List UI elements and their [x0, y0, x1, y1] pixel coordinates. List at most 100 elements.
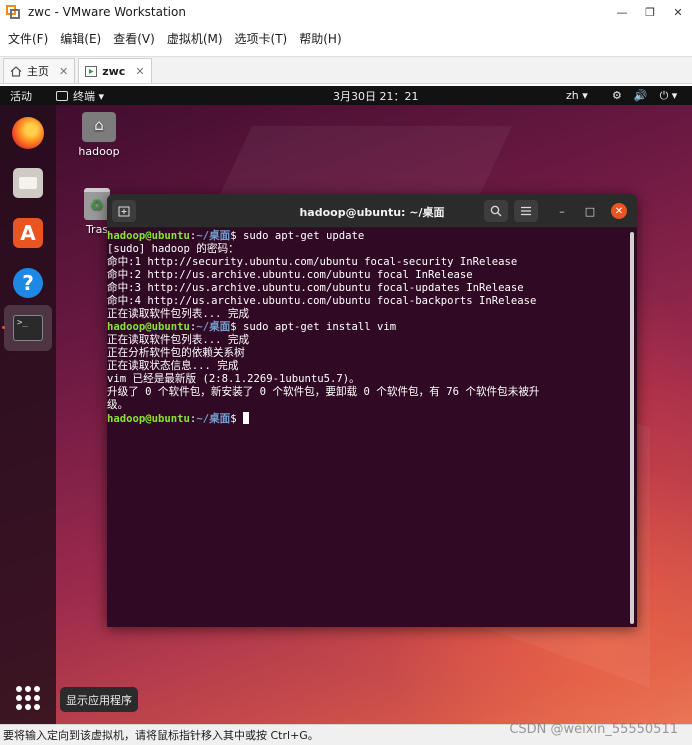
vmware-titlebar: zwc - VMware Workstation — ❐ ✕ [0, 0, 692, 24]
power-icon: ⏻ ▾ [659, 88, 678, 102]
menu-file[interactable]: 文件(F) [8, 30, 48, 47]
command-text: sudo apt-get install vim [243, 321, 397, 333]
close-terminal-button[interactable]: ✕ [611, 203, 627, 219]
dock-firefox[interactable] [7, 112, 49, 154]
window-title: zwc - VMware Workstation [28, 5, 186, 19]
prompt-symbol: $ [230, 321, 244, 333]
firefox-icon [12, 117, 44, 149]
terminal-line: hadoop@ubuntu:~/桌面$ [107, 412, 629, 425]
output-text: 正在读取软件包列表... 完成 [107, 308, 250, 320]
maximize-terminal-button[interactable]: □ [582, 203, 598, 219]
output-text: 命中:1 http://security.ubuntu.com/ubuntu f… [107, 256, 518, 268]
system-menu[interactable]: ⚙ 🔊 ⏻ ▾ [612, 89, 677, 103]
terminal-scrollbar[interactable] [630, 232, 634, 624]
menu-view[interactable]: 查看(V) [113, 30, 155, 47]
running-indicator [2, 326, 5, 329]
search-button[interactable] [484, 200, 508, 222]
terminal-line: 正在读取软件包列表... 完成 [107, 334, 629, 347]
tab-home[interactable]: 主页 ✕ [3, 58, 76, 83]
output-text: 正在读取状态信息... 完成 [107, 360, 239, 372]
desktop-home-folder[interactable]: hadoop [76, 112, 122, 158]
prompt-user: hadoop@ubuntu [107, 321, 190, 333]
menu-vm[interactable]: 虚拟机(M) [167, 30, 223, 47]
home-folder-icon [82, 112, 116, 142]
output-text: [sudo] hadoop 的密码： [107, 243, 239, 255]
tab-vm-zwc[interactable]: zwc ✕ [78, 58, 152, 83]
volume-icon: 🔊 [633, 88, 648, 102]
minimize-terminal-button[interactable]: – [554, 203, 570, 219]
home-folder-label: hadoop [78, 145, 120, 158]
terminal-line: 命中:1 http://security.ubuntu.com/ubuntu f… [107, 256, 629, 269]
hamburger-icon [521, 206, 531, 216]
dock-terminal[interactable]: >_ [4, 305, 52, 351]
home-icon [10, 65, 22, 77]
restore-button[interactable]: ❐ [636, 0, 664, 24]
output-text: 升级了 0 个软件包，新安装了 0 个软件包，要卸载 0 个软件包，有 76 个… [107, 386, 540, 398]
terminal-line: 正在分析软件包的依赖关系树 [107, 347, 629, 360]
vmware-logo-icon [6, 5, 20, 19]
gnome-top-bar: 活动 终端 ▾ 3月30日 21：21 zh ▾ ⚙ 🔊 ⏻ ▾ [0, 86, 692, 105]
menu-help[interactable]: 帮助(H) [299, 30, 341, 47]
terminal-line: hadoop@ubuntu:~/桌面$ sudo apt-get install… [107, 321, 629, 334]
show-apps-tooltip: 显示应用程序 [60, 687, 138, 712]
output-text: 命中:2 http://us.archive.ubuntu.com/ubuntu… [107, 269, 473, 281]
close-window-button[interactable]: ✕ [664, 0, 692, 24]
menu-edit[interactable]: 编辑(E) [60, 30, 101, 47]
help-icon: ? [13, 268, 43, 298]
tab-home-close-icon[interactable]: ✕ [59, 65, 68, 78]
hamburger-menu-button[interactable] [514, 200, 538, 222]
prompt-path: ~/桌面 [196, 321, 231, 333]
status-text: 要将输入定向到该虚拟机，请将鼠标指针移入其中或按 Ctrl+G。 [3, 729, 319, 742]
terminal-line: 命中:3 http://us.archive.ubuntu.com/ubuntu… [107, 282, 629, 295]
output-text: 级。 [107, 399, 129, 411]
terminal-icon: >_ [13, 315, 43, 341]
activities-button[interactable]: 活动 [10, 88, 32, 104]
prompt-symbol: $ [230, 230, 244, 242]
tab-vm-label: zwc [102, 64, 126, 78]
terminal-mini-icon [56, 90, 68, 101]
network-icon: ⚙ [612, 88, 622, 102]
terminal-headerbar: hadoop@ubuntu: ~/桌面 – □ ✕ [107, 194, 637, 228]
output-text: vim 已经是最新版 (2:8.1.2269-1ubuntu5.7)。 [107, 373, 360, 385]
minimize-button[interactable]: — [608, 0, 636, 24]
output-text: 命中:3 http://us.archive.ubuntu.com/ubuntu… [107, 282, 524, 294]
clock[interactable]: 3月30日 21：21 [333, 88, 419, 104]
prompt-path: ~/桌面 [196, 230, 231, 242]
menubar: 文件(F) 编辑(E) 查看(V) 虚拟机(M) 选项卡(T) 帮助(H) [0, 26, 692, 50]
terminal-line: vim 已经是最新版 (2:8.1.2269-1ubuntu5.7)。 [107, 373, 629, 386]
menu-tabs[interactable]: 选项卡(T) [235, 30, 288, 47]
prompt-symbol: $ [230, 413, 244, 425]
app-menu-label: 终端 ▾ [73, 89, 105, 103]
input-method-indicator[interactable]: zh ▾ [566, 89, 588, 102]
ubuntu-dock: A ? >_ [0, 105, 56, 724]
terminal-line: 命中:2 http://us.archive.ubuntu.com/ubuntu… [107, 269, 629, 282]
terminal-window[interactable]: hadoop@ubuntu: ~/桌面 – □ ✕ hadoop@ubuntu:… [107, 194, 637, 627]
dock-files[interactable] [7, 162, 49, 204]
terminal-line: 升级了 0 个软件包，新安装了 0 个软件包，要卸载 0 个软件包，有 76 个… [107, 386, 629, 399]
terminal-line: [sudo] hadoop 的密码： [107, 243, 629, 256]
tab-home-label: 主页 [27, 65, 49, 78]
output-text: 正在读取软件包列表... 完成 [107, 334, 250, 346]
tab-bar: 主页 ✕ zwc ✕ [0, 56, 692, 84]
show-applications-button[interactable] [7, 677, 49, 719]
tab-vm-close-icon[interactable]: ✕ [135, 65, 144, 78]
command-text: sudo apt-get update [243, 230, 365, 242]
app-grid-icon [16, 686, 40, 710]
vm-play-icon [85, 65, 98, 77]
app-menu-terminal[interactable]: 终端 ▾ [56, 88, 104, 104]
terminal-line: 正在读取软件包列表... 完成 [107, 308, 629, 321]
files-icon [13, 168, 43, 198]
terminal-line: 命中:4 http://us.archive.ubuntu.com/ubuntu… [107, 295, 629, 308]
terminal-line: 级。 [107, 399, 629, 412]
vm-guest-screen[interactable]: 活动 终端 ▾ 3月30日 21：21 zh ▾ ⚙ 🔊 ⏻ ▾ A ? >_ [0, 86, 692, 724]
terminal-line: 正在读取状态信息... 完成 [107, 360, 629, 373]
dock-help[interactable]: ? [7, 262, 49, 304]
terminal-line: hadoop@ubuntu:~/桌面$ sudo apt-get update [107, 230, 629, 243]
dock-software[interactable]: A [7, 212, 49, 254]
output-text: 正在分析软件包的依赖关系树 [107, 347, 245, 359]
terminal-output[interactable]: hadoop@ubuntu:~/桌面$ sudo apt-get update[… [107, 228, 629, 627]
text-cursor [243, 412, 250, 424]
prompt-user: hadoop@ubuntu [107, 230, 190, 242]
trash-label: Tras [85, 223, 109, 236]
software-store-icon: A [13, 218, 43, 248]
